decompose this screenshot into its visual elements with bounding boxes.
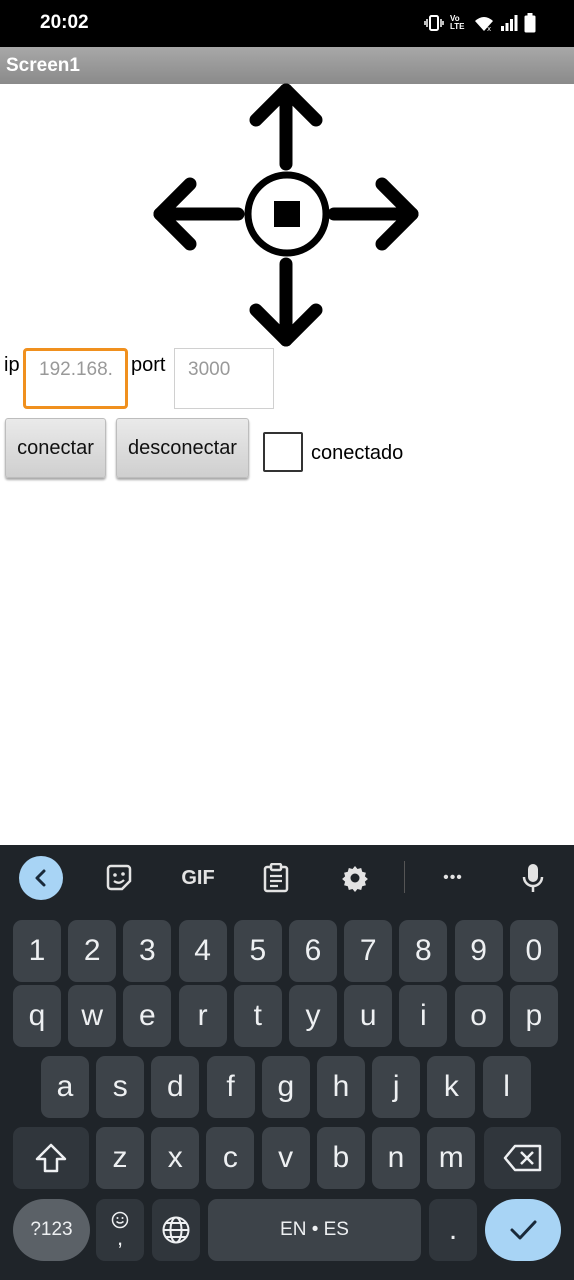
key-h[interactable]: h [317,1056,365,1118]
key-2[interactable]: 2 [68,920,117,982]
check-icon [510,1220,537,1240]
key-n[interactable]: n [372,1127,420,1189]
emoji-comma-key[interactable]: , [96,1199,144,1261]
key-9[interactable]: 9 [454,920,503,982]
key-4[interactable]: 4 [178,920,227,982]
period-key[interactable]: . [429,1199,477,1261]
arrow-right-icon[interactable] [327,177,419,251]
key-q[interactable]: q [13,985,61,1047]
arrow-down-icon[interactable] [249,257,323,347]
key-1[interactable]: 1 [13,920,61,982]
screen-title: Screen1 [6,55,80,76]
symbols-key[interactable]: ?123 [13,1199,90,1261]
port-label: port [131,354,166,376]
backspace-key[interactable] [484,1127,561,1189]
key-b[interactable]: b [316,1127,365,1189]
arrow-up-icon[interactable] [249,83,323,171]
key-w[interactable]: w [68,985,117,1047]
space-key[interactable]: EN • ES [208,1199,421,1261]
key-a[interactable]: a [41,1056,89,1118]
status-icons: Vo LTE x [424,12,536,34]
key-5[interactable]: 5 [233,920,282,982]
key-z[interactable]: z [96,1127,144,1189]
signal-icon [501,15,518,31]
key-x[interactable]: x [151,1127,200,1189]
shift-key[interactable] [13,1127,89,1189]
backspace-icon [503,1144,541,1172]
vibrate-icon [424,15,444,31]
key-g[interactable]: g [261,1056,310,1118]
key-m[interactable]: m [427,1127,476,1189]
gif-label: GIF [181,866,215,889]
connected-checkbox[interactable] [263,432,303,472]
key-i[interactable]: i [399,985,448,1047]
key-7[interactable]: 7 [344,920,393,982]
status-bar: 20:02 Vo LTE x [0,0,574,47]
soft-keyboard: GIF ••• 1234567890 qwertyuiop asdfghjkl zxc… [0,845,574,1280]
sticker-icon[interactable] [97,857,141,899]
language-key[interactable] [152,1199,200,1261]
key-c[interactable]: c [206,1127,255,1189]
key-o[interactable]: o [454,985,503,1047]
key-y[interactable]: y [289,985,337,1047]
globe-icon [162,1216,190,1244]
key-u[interactable]: u [344,985,393,1047]
clipboard-icon[interactable] [254,857,298,899]
key-k[interactable]: k [427,1056,476,1118]
key-t[interactable]: t [233,985,282,1047]
disconnect-button[interactable]: desconectar [116,418,249,478]
key-8[interactable]: 8 [399,920,448,982]
keyboard-toolbar: GIF ••• [0,845,574,909]
wifi-icon: x [475,17,493,32]
connected-label: conectado [311,442,404,464]
key-l[interactable]: l [482,1056,531,1118]
key-e[interactable]: e [123,985,172,1047]
shift-icon [35,1143,67,1173]
title-bar: Screen1 [0,47,574,84]
key-p[interactable]: p [509,985,558,1047]
comma-label: , [116,1225,124,1250]
status-time: 20:02 [40,12,89,33]
mic-icon[interactable] [511,857,555,899]
key-j[interactable]: j [372,1056,421,1118]
svg-text:x: x [487,25,491,32]
battery-icon [524,13,536,33]
stop-icon[interactable] [244,171,330,257]
port-input[interactable]: 3000 [174,348,274,409]
more-label: ••• [443,869,463,886]
gif-icon[interactable]: GIF [176,857,220,899]
dpad-control[interactable] [150,80,422,350]
key-v[interactable]: v [261,1127,310,1189]
toolbar-divider [404,861,405,893]
back-icon[interactable] [19,856,63,900]
key-s[interactable]: s [96,1056,145,1118]
ip-input[interactable]: 192.168. [23,348,128,409]
key-6[interactable]: 6 [289,920,337,982]
key-0[interactable]: 0 [509,920,558,982]
more-icon[interactable]: ••• [431,857,475,899]
key-r[interactable]: r [178,985,227,1047]
ip-label: ip [4,354,20,376]
connect-button[interactable]: conectar [5,418,106,478]
settings-icon[interactable] [333,857,377,899]
enter-key[interactable] [485,1199,561,1261]
key-d[interactable]: d [151,1056,200,1118]
volte-icon: Vo LTE [450,14,465,31]
key-f[interactable]: f [206,1056,255,1118]
arrow-left-icon[interactable] [153,177,245,251]
key-3[interactable]: 3 [123,920,172,982]
